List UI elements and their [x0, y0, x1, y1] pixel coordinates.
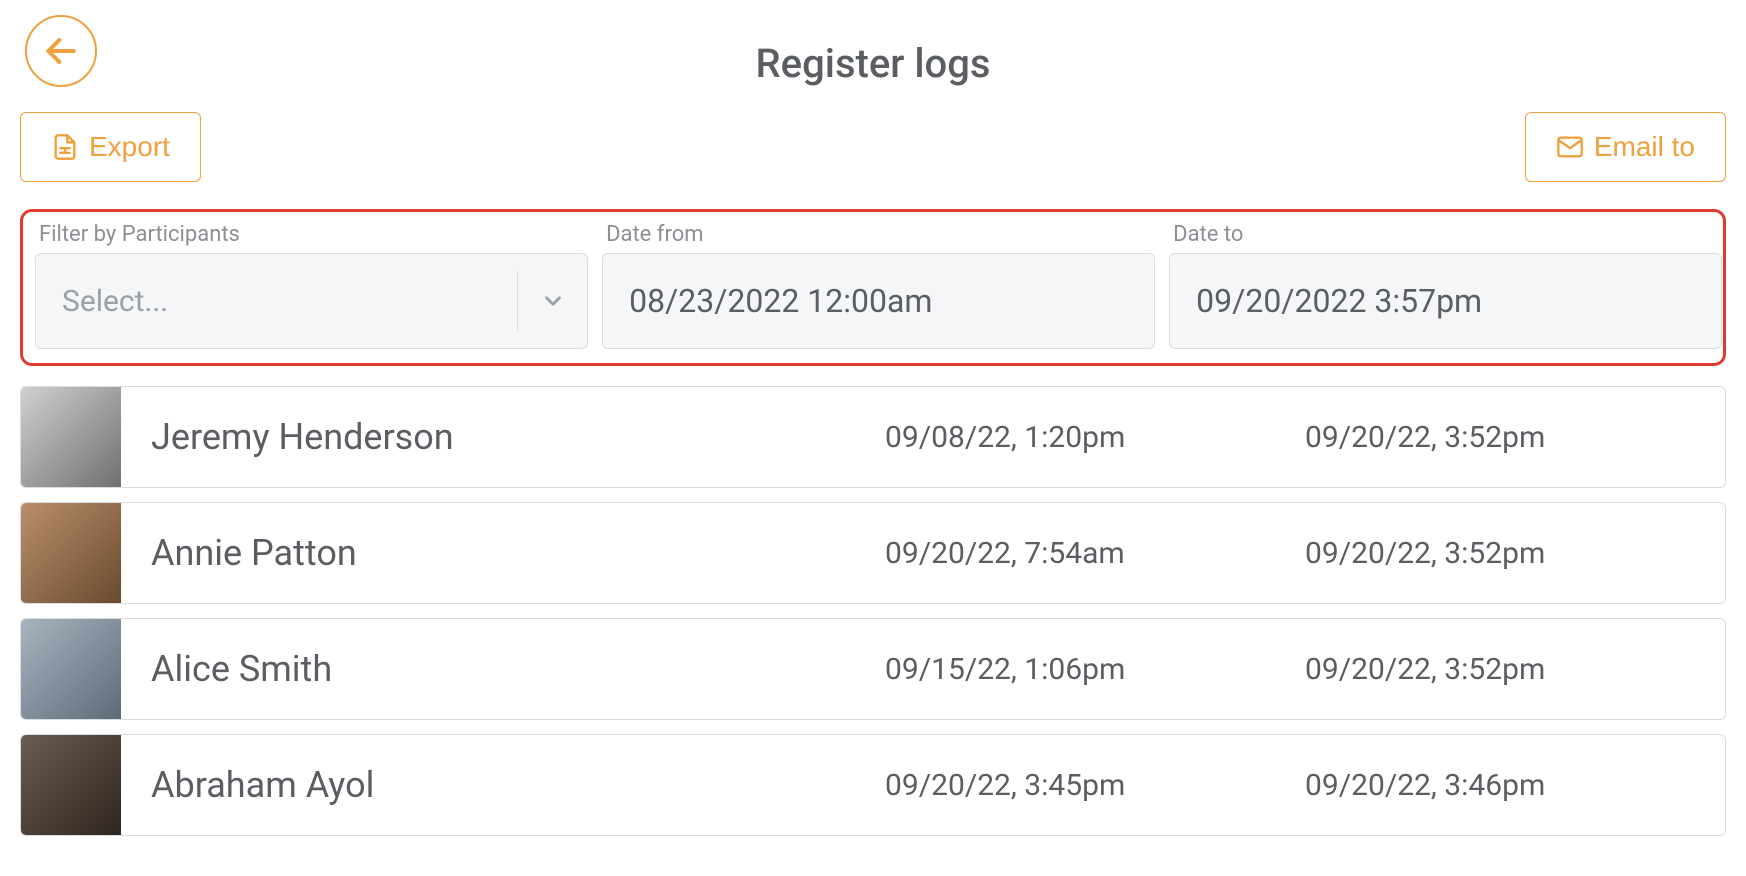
filter-date-from-value: 08/23/2022 12:00am [629, 282, 932, 320]
email-to-button[interactable]: Email to [1525, 112, 1726, 182]
filter-date-to-value: 09/20/2022 3:57pm [1196, 282, 1482, 320]
file-export-icon [51, 133, 79, 161]
participant-name: Alice Smith [121, 648, 885, 690]
table-row[interactable]: Annie Patton 09/20/22, 7:54am 09/20/22, … [20, 502, 1726, 604]
email-to-button-label: Email to [1594, 131, 1695, 163]
export-button-label: Export [89, 131, 170, 163]
avatar [21, 503, 121, 603]
log-date-2: 09/20/22, 3:52pm [1305, 652, 1725, 687]
table-row[interactable]: Abraham Ayol 09/20/22, 3:45pm 09/20/22, … [20, 734, 1726, 836]
participant-name: Abraham Ayol [121, 764, 885, 806]
log-date-2: 09/20/22, 3:52pm [1305, 536, 1725, 571]
avatar [21, 387, 121, 487]
log-date-1: 09/08/22, 1:20pm [885, 420, 1305, 455]
filter-participants-placeholder: Select... [36, 284, 517, 319]
log-date-2: 09/20/22, 3:46pm [1305, 768, 1725, 803]
log-list: Jeremy Henderson 09/08/22, 1:20pm 09/20/… [0, 386, 1746, 836]
participant-name: Annie Patton [121, 532, 885, 574]
chevron-down-icon [517, 271, 587, 331]
avatar [21, 619, 121, 719]
filter-date-to-input[interactable]: 09/20/2022 3:57pm [1169, 253, 1722, 349]
table-row[interactable]: Jeremy Henderson 09/08/22, 1:20pm 09/20/… [20, 386, 1726, 488]
filter-date-to-group: Date to 09/20/2022 3:57pm [1169, 222, 1722, 349]
filter-date-from-label: Date from [602, 222, 1155, 247]
log-date-2: 09/20/22, 3:52pm [1305, 420, 1725, 455]
export-button[interactable]: Export [20, 112, 201, 182]
filter-participants-select[interactable]: Select... [35, 253, 588, 349]
arrow-left-icon [42, 32, 80, 70]
log-date-1: 09/20/22, 3:45pm [885, 768, 1305, 803]
table-row[interactable]: Alice Smith 09/15/22, 1:06pm 09/20/22, 3… [20, 618, 1726, 720]
filter-date-to-label: Date to [1169, 222, 1722, 247]
filter-bar: Filter by Participants Select... Date fr… [20, 209, 1726, 366]
log-date-1: 09/15/22, 1:06pm [885, 652, 1305, 687]
page-title: Register logs [20, 20, 1726, 87]
participant-name: Jeremy Henderson [121, 416, 885, 458]
envelope-icon [1556, 133, 1584, 161]
filter-date-from-input[interactable]: 08/23/2022 12:00am [602, 253, 1155, 349]
filter-date-from-group: Date from 08/23/2022 12:00am [602, 222, 1155, 349]
filter-participants-label: Filter by Participants [35, 222, 588, 247]
filter-participants-group: Filter by Participants Select... [35, 222, 588, 349]
back-button[interactable] [25, 15, 97, 87]
avatar [21, 735, 121, 835]
log-date-1: 09/20/22, 7:54am [885, 536, 1305, 571]
